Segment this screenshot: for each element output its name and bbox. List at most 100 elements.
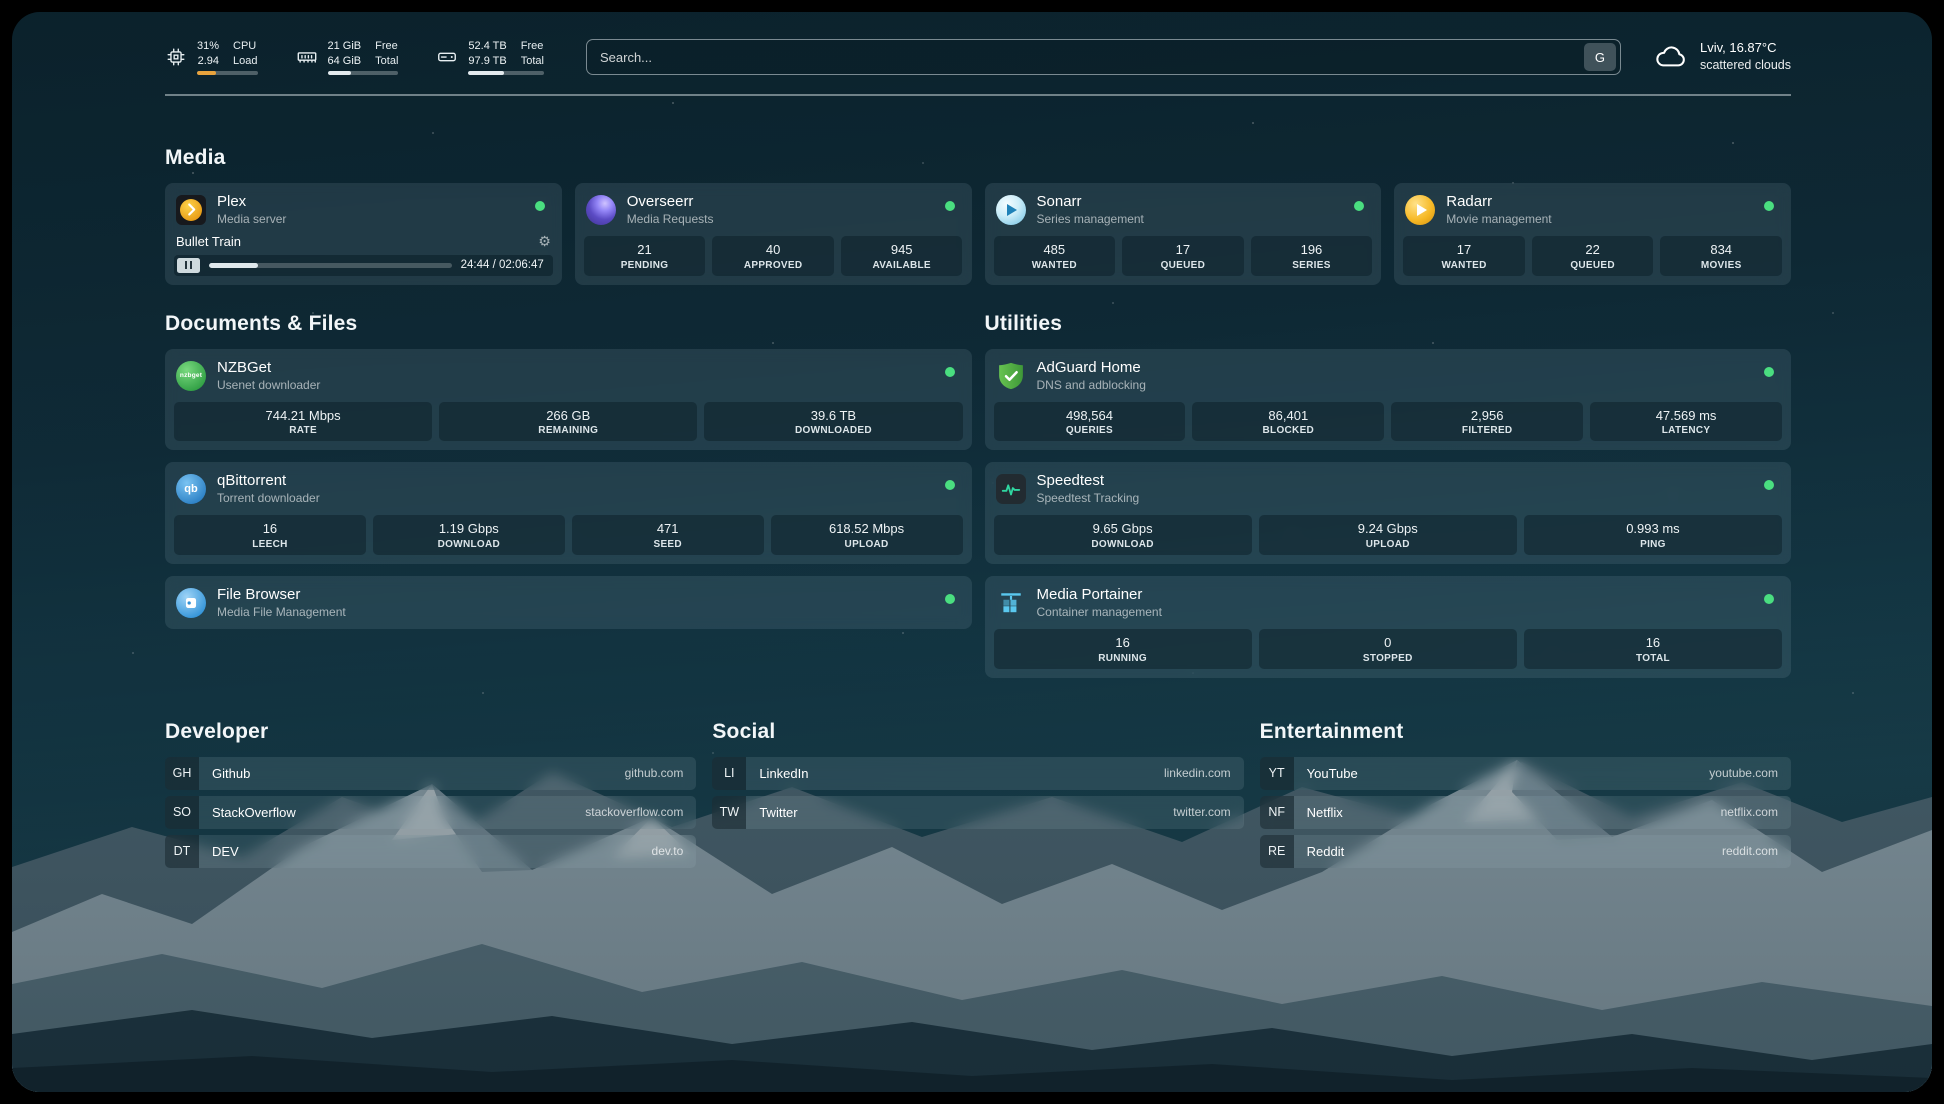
stat-block: 40APPROVED	[712, 236, 834, 276]
sonarr-card-header: Sonarr Series management	[994, 192, 1373, 227]
cpu-widget-body: 31% CPU 2.94 Load	[197, 39, 258, 76]
dashboard-content: 31% CPU 2.94 Load 21 GiB Free 64	[12, 12, 1932, 1092]
overseerr-meta: Overseerr Media Requests	[627, 193, 714, 227]
settings-gear-icon[interactable]: ⚙	[538, 234, 551, 248]
nzbget-stats: 744.21 MbpsRATE 266 GBREMAINING 39.6 TBD…	[174, 402, 963, 442]
memory-widget-body: 21 GiB Free 64 GiB Total	[328, 39, 399, 76]
playback-progress-track[interactable]	[209, 263, 452, 268]
section-title-social: Social	[712, 720, 1243, 744]
portainer-card-header: Media Portainer Container management	[994, 585, 1783, 620]
filebrowser-meta: File Browser Media File Management	[217, 586, 346, 620]
bookmark-abbr-badge: DT	[165, 835, 199, 868]
stat-block: 485WANTED	[994, 236, 1116, 276]
adguard-card[interactable]: AdGuard Home DNS and adblocking 498,564Q…	[985, 349, 1792, 451]
disk-icon	[436, 46, 458, 68]
stat-block: 17WANTED	[1403, 236, 1525, 276]
speedtest-meta: Speedtest Speedtest Tracking	[1037, 472, 1140, 506]
bookmark-url: youtube.com	[1709, 766, 1791, 780]
bookmark-url: netflix.com	[1721, 805, 1791, 819]
bookmark-label: YouTube	[1294, 766, 1710, 781]
sonarr-meta: Sonarr Series management	[1037, 193, 1144, 227]
stat-block: 471SEED	[572, 515, 764, 555]
bookmark-linkedin[interactable]: LI LinkedIn linkedin.com	[712, 757, 1243, 790]
bookmark-github[interactable]: GH Github github.com	[165, 757, 696, 790]
plex-card[interactable]: Plex Media server Bullet Train ⚙ 24:44 /…	[165, 183, 562, 285]
disk-free-label: Free	[521, 39, 544, 53]
disk-progress-bar	[468, 71, 544, 75]
portainer-card[interactable]: Media Portainer Container management 16R…	[985, 576, 1792, 678]
portainer-meta: Media Portainer Container management	[1037, 586, 1162, 620]
service-desc: Torrent downloader	[217, 491, 320, 506]
stat-block: 945AVAILABLE	[841, 236, 963, 276]
bookmark-group-entertainment: Entertainment YT YouTube youtube.com NF …	[1260, 720, 1791, 868]
bookmark-label: Github	[199, 766, 625, 781]
sonarr-stats: 485WANTED 17QUEUED 196SERIES	[994, 236, 1373, 276]
pause-button[interactable]	[177, 258, 200, 273]
bookmark-youtube[interactable]: YT YouTube youtube.com	[1260, 757, 1791, 790]
section-title-entertainment: Entertainment	[1260, 720, 1791, 744]
nzbget-card[interactable]: nzbget NZBGet Usenet downloader 744.21 M…	[165, 349, 972, 451]
stat-block: 16LEECH	[174, 515, 366, 555]
cpu-progress-bar	[197, 71, 258, 75]
bookmark-list: GH Github github.com SO StackOverflow st…	[165, 757, 696, 868]
weather-widget: Lviv, 16.87°C scattered clouds	[1653, 39, 1791, 75]
weather-condition: scattered clouds	[1700, 57, 1791, 75]
speedtest-stats: 9.65 GbpsDOWNLOAD 9.24 GbpsUPLOAD 0.993 …	[994, 515, 1783, 555]
status-dot-online	[535, 201, 545, 211]
cpu-icon	[165, 46, 187, 68]
overseerr-card[interactable]: Overseerr Media Requests 21PENDING 40APP…	[575, 183, 972, 285]
overseerr-card-header: Overseerr Media Requests	[584, 192, 963, 227]
documents-column: Documents & Files nzbget NZBGet Usenet d…	[165, 312, 972, 629]
section-title-developer: Developer	[165, 720, 696, 744]
stat-block: 0STOPPED	[1259, 629, 1517, 669]
stat-block: 22QUEUED	[1532, 236, 1654, 276]
adguard-stats: 498,564QUERIES 86,401BLOCKED 2,956FILTER…	[994, 402, 1783, 442]
status-dot-online	[1764, 201, 1774, 211]
bookmark-reddit[interactable]: RE Reddit reddit.com	[1260, 835, 1791, 868]
bookmark-dev[interactable]: DT DEV dev.to	[165, 835, 696, 868]
radarr-card[interactable]: Radarr Movie management 17WANTED 22QUEUE…	[1394, 183, 1791, 285]
utilities-column: Utilities AdGuard Home	[985, 312, 1792, 678]
search-input[interactable]	[600, 40, 1584, 74]
adguard-meta: AdGuard Home DNS and adblocking	[1037, 359, 1146, 393]
plex-card-header: Plex Media server	[174, 192, 553, 227]
nzbget-icon: nzbget	[176, 361, 206, 391]
filebrowser-card[interactable]: File Browser Media File Management	[165, 576, 972, 629]
plex-meta: Plex Media server	[217, 193, 286, 227]
bookmark-abbr-badge: YT	[1260, 757, 1294, 790]
stat-block: 17QUEUED	[1122, 236, 1244, 276]
stat-block: 9.65 GbpsDOWNLOAD	[994, 515, 1252, 555]
search-provider-button[interactable]: G	[1584, 43, 1616, 71]
stat-block: 498,564QUERIES	[994, 402, 1186, 442]
stat-block: 2,956FILTERED	[1391, 402, 1583, 442]
qbittorrent-card[interactable]: qb qBittorrent Torrent downloader 16LEEC…	[165, 462, 972, 564]
bookmark-label: DEV	[199, 844, 652, 859]
bookmark-twitter[interactable]: TW Twitter twitter.com	[712, 796, 1243, 829]
bookmark-url: reddit.com	[1722, 844, 1791, 858]
stat-block: 39.6 TBDOWNLOADED	[704, 402, 962, 442]
status-dot-online	[945, 480, 955, 490]
qbittorrent-stats: 16LEECH 1.19 GbpsDOWNLOAD 471SEED 618.52…	[174, 515, 963, 555]
service-desc: Usenet downloader	[217, 378, 320, 393]
service-name: Media Portainer	[1037, 586, 1162, 605]
playback-time: 24:44 / 02:06:47	[461, 259, 544, 271]
bookmark-abbr-badge: GH	[165, 757, 199, 790]
cloud-icon	[1653, 44, 1689, 71]
adguard-card-header: AdGuard Home DNS and adblocking	[994, 358, 1783, 393]
overseerr-icon	[586, 195, 616, 225]
sonarr-card[interactable]: Sonarr Series management 485WANTED 17QUE…	[985, 183, 1382, 285]
bookmark-abbr-badge: LI	[712, 757, 746, 790]
bookmark-label: Twitter	[746, 805, 1173, 820]
disk-total-value: 97.9 TB	[468, 54, 506, 68]
speedtest-card[interactable]: Speedtest Speedtest Tracking 9.65 GbpsDO…	[985, 462, 1792, 564]
filebrowser-icon	[176, 588, 206, 618]
service-desc: Series management	[1037, 212, 1144, 227]
portainer-crane-icon	[996, 588, 1026, 618]
bookmark-group-social: Social LI LinkedIn linkedin.com TW Twitt…	[712, 720, 1243, 868]
bookmark-netflix[interactable]: NF Netflix netflix.com	[1260, 796, 1791, 829]
section-title-documents: Documents & Files	[165, 312, 972, 336]
stat-block: 266 GBREMAINING	[439, 402, 697, 442]
service-name: NZBGet	[217, 359, 320, 378]
memory-icon	[296, 46, 318, 68]
bookmark-stackoverflow[interactable]: SO StackOverflow stackoverflow.com	[165, 796, 696, 829]
